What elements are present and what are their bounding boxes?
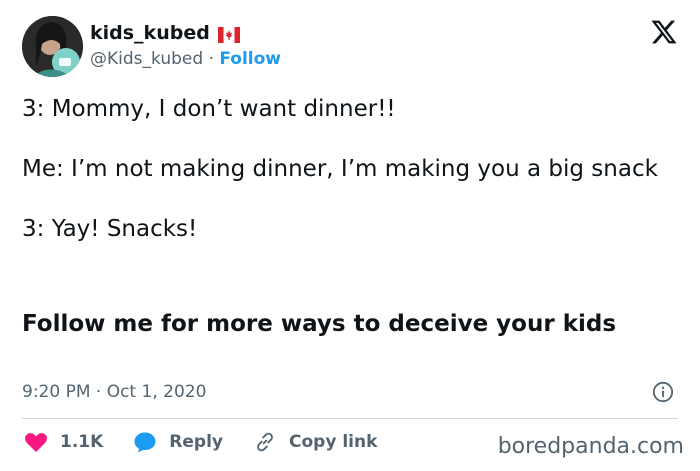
tweet-body: 3: Mommy, I don’t want dinner!! Me: I’m … <box>22 94 662 244</box>
avatar[interactable] <box>22 16 83 77</box>
like-count: 1.1K <box>60 432 104 452</box>
divider <box>22 418 678 419</box>
tweet-timestamp[interactable]: 9:20 PM · Oct 1, 2020 <box>22 381 206 403</box>
copy-link-label: Copy link <box>289 432 378 452</box>
reply-button[interactable]: Reply <box>133 431 223 453</box>
heart-icon <box>25 433 47 452</box>
tweet-bold-line: Follow me for more ways to deceive your … <box>22 311 617 337</box>
canada-flag-icon <box>217 25 240 43</box>
tweet-line: 3: Mommy, I don’t want dinner!! <box>22 96 396 122</box>
reply-bubble-icon <box>134 432 156 453</box>
watermark: boredpanda.com <box>497 434 684 459</box>
avatar-image <box>22 16 83 77</box>
x-logo-icon[interactable] <box>650 18 678 46</box>
tweet-line: 3: Yay! Snacks! <box>22 216 198 242</box>
info-icon[interactable] <box>652 381 674 403</box>
follow-button[interactable]: Follow <box>219 49 281 69</box>
author-handle[interactable]: @Kids_kubed <box>90 49 203 69</box>
like-button[interactable]: 1.1K <box>24 431 103 453</box>
link-icon <box>257 432 273 452</box>
separator-dot: · <box>208 49 214 69</box>
action-bar: 1.1K Reply Copy link <box>24 431 407 453</box>
reply-label: Reply <box>169 432 223 452</box>
tweet-line: Me: I’m not making dinner, I’m making yo… <box>22 156 658 182</box>
copy-link-button[interactable]: Copy link <box>253 431 377 453</box>
author-name-row[interactable]: kids_kubed <box>90 21 240 45</box>
display-name[interactable]: kids_kubed <box>90 21 210 45</box>
author-handle-line: @Kids_kubed · Follow <box>90 48 281 70</box>
